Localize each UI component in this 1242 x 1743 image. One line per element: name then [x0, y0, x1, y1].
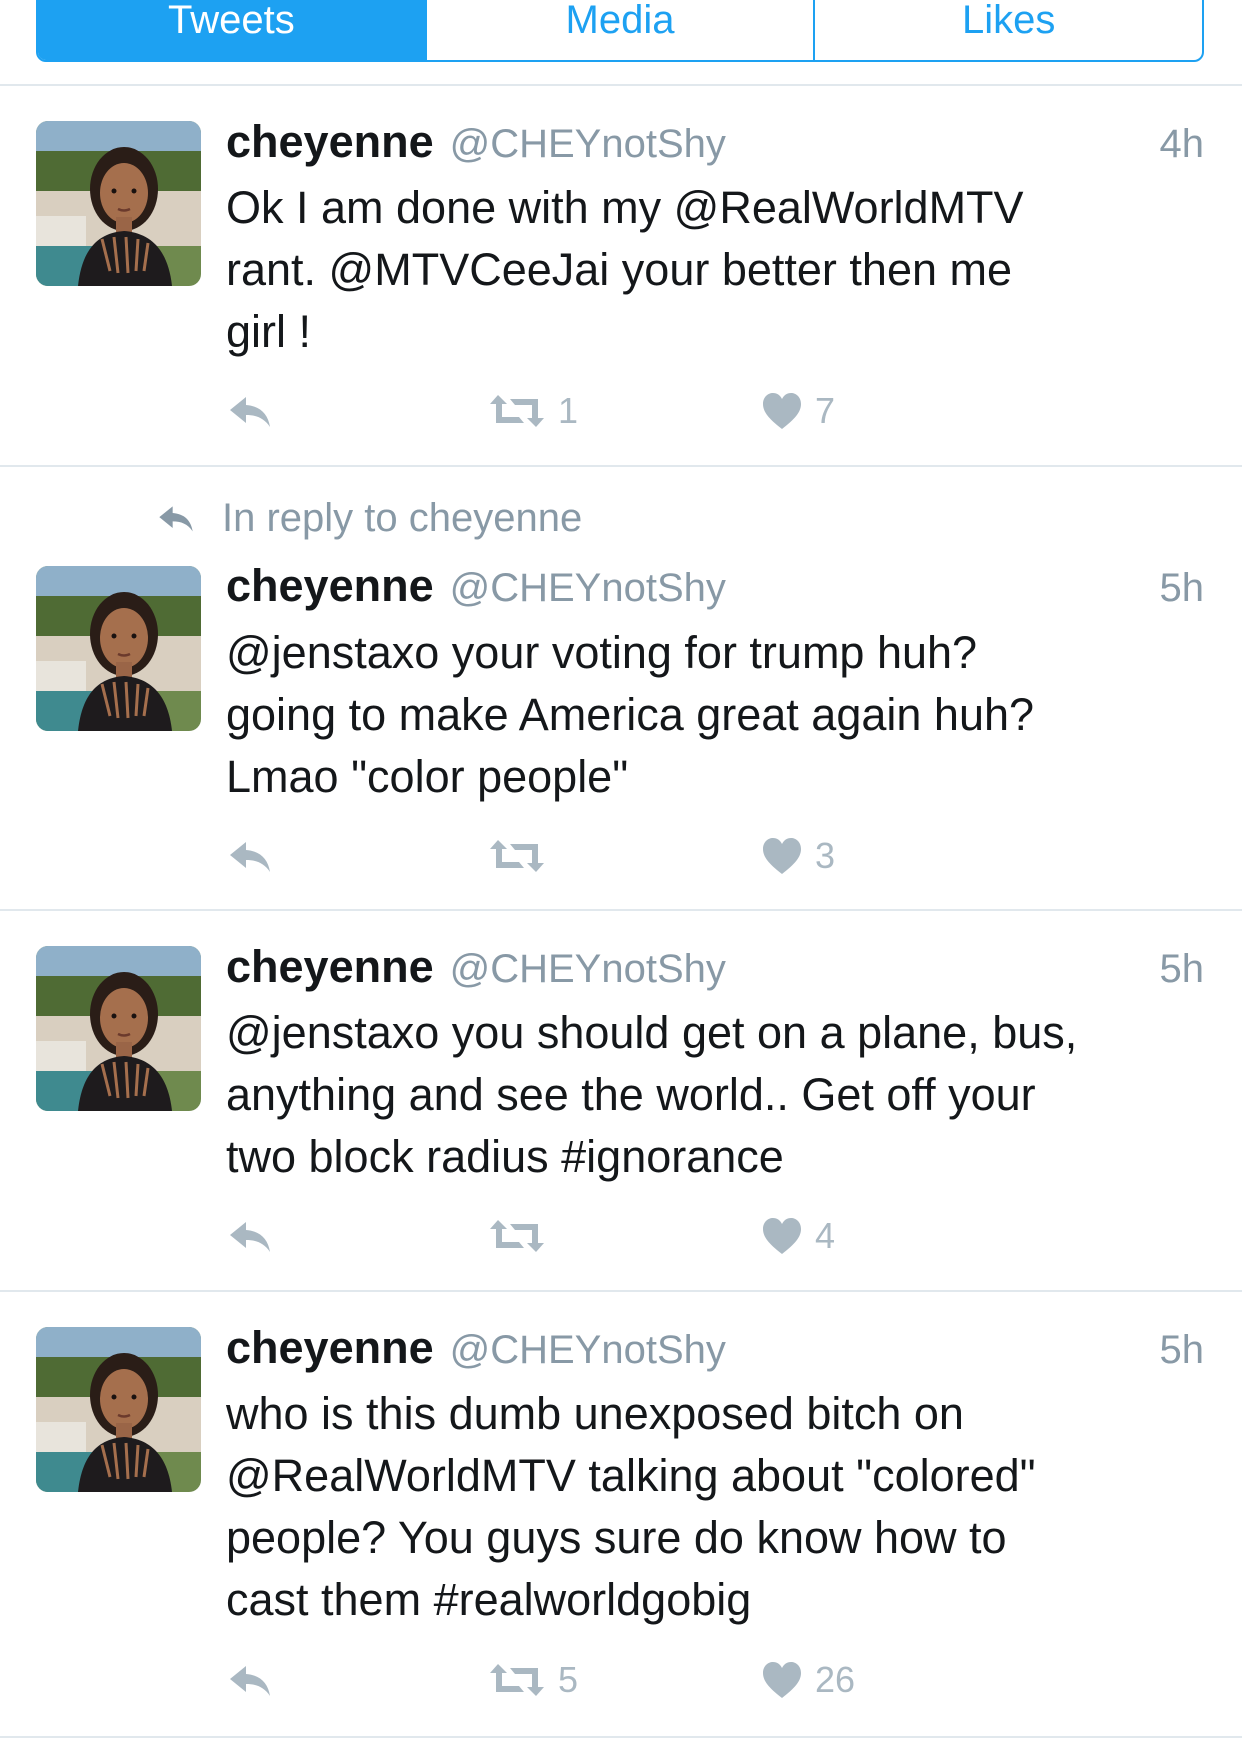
- tweet[interactable]: cheyenne @CHEYnotShy 5h @jenstaxo you sh…: [0, 911, 1242, 1292]
- tweet-text: Ok I am done with my @RealWorldMTV rant.…: [226, 182, 1024, 357]
- retweet-count: 5: [558, 1659, 579, 1700]
- reply-button[interactable]: [226, 386, 274, 436]
- retweet-button[interactable]: 1: [488, 386, 578, 436]
- retweet-button[interactable]: [488, 1211, 558, 1261]
- retweet-icon: [488, 1216, 546, 1256]
- author-handle[interactable]: @CHEYnotShy: [450, 122, 726, 167]
- retweet-button[interactable]: 5: [488, 1655, 578, 1705]
- reply-arrow-icon: [226, 1660, 274, 1700]
- tweet-text: who is this dumb unexposed bitch on @Rea…: [226, 1388, 1036, 1625]
- like-button[interactable]: 3: [761, 831, 835, 881]
- reply-arrow-icon: [226, 391, 274, 431]
- tab-tweets[interactable]: Tweets: [38, 0, 425, 60]
- avatar[interactable]: [36, 566, 201, 731]
- reply-context-label: In reply to cheyenne: [222, 495, 583, 540]
- like-count: 3: [815, 835, 836, 876]
- like-button[interactable]: 7: [761, 386, 835, 436]
- tweet[interactable]: cheyenne @CHEYnotShy 5h who is this dumb…: [0, 1292, 1242, 1736]
- tweet-timestamp[interactable]: 4h: [1160, 122, 1205, 167]
- like-count: 4: [815, 1215, 836, 1256]
- tab-media[interactable]: Media: [424, 0, 814, 60]
- tweet[interactable]: cheyenne @CHEYnotShy 4h Ok I am done wit…: [0, 86, 1242, 467]
- reply-button[interactable]: [226, 1211, 274, 1261]
- avatar[interactable]: [36, 946, 201, 1111]
- author-handle[interactable]: @CHEYnotShy: [450, 947, 726, 992]
- tweet-text: @jenstaxo you should get on a plane, bus…: [226, 1007, 1078, 1182]
- tweet-timestamp[interactable]: 5h: [1160, 566, 1205, 611]
- reply-context[interactable]: In reply to cheyenne: [156, 491, 582, 545]
- reply-button[interactable]: [226, 831, 274, 881]
- reply-arrow-icon: [226, 836, 274, 876]
- heart-icon: [761, 1216, 803, 1256]
- avatar[interactable]: [36, 1327, 201, 1492]
- tweet-timestamp[interactable]: 5h: [1160, 1328, 1205, 1373]
- tweet-timestamp[interactable]: 5h: [1160, 947, 1205, 992]
- author-name[interactable]: cheyenne: [226, 560, 434, 612]
- reply-context-icon: [159, 506, 193, 532]
- author-name[interactable]: cheyenne: [226, 941, 434, 993]
- retweet-icon: [488, 391, 546, 431]
- retweet-button[interactable]: [488, 831, 558, 881]
- heart-icon: [761, 836, 803, 876]
- author-handle[interactable]: @CHEYnotShy: [450, 1328, 726, 1373]
- avatar[interactable]: [36, 121, 201, 286]
- reply-button[interactable]: [226, 1655, 274, 1705]
- like-button[interactable]: 26: [761, 1655, 855, 1705]
- retweet-icon: [488, 1660, 546, 1700]
- author-name[interactable]: cheyenne: [226, 1322, 434, 1374]
- tweet[interactable]: In reply to cheyenne cheyenne @CHEYnotSh…: [0, 467, 1242, 911]
- like-count: 26: [815, 1659, 856, 1700]
- heart-icon: [761, 391, 803, 431]
- like-count: 7: [815, 390, 836, 431]
- tweet-text: @jenstaxo your voting for trump huh? goi…: [226, 627, 1035, 802]
- retweet-count: 1: [558, 390, 579, 431]
- retweet-icon: [488, 836, 546, 876]
- heart-icon: [761, 1660, 803, 1700]
- timeline-divider: [0, 1736, 1242, 1738]
- reply-arrow-icon: [226, 1216, 274, 1256]
- profile-tabs: Tweets Media Likes: [36, 0, 1204, 62]
- like-button[interactable]: 4: [761, 1211, 835, 1261]
- tab-likes[interactable]: Likes: [813, 0, 1202, 60]
- author-handle[interactable]: @CHEYnotShy: [450, 566, 726, 611]
- author-name[interactable]: cheyenne: [226, 116, 434, 168]
